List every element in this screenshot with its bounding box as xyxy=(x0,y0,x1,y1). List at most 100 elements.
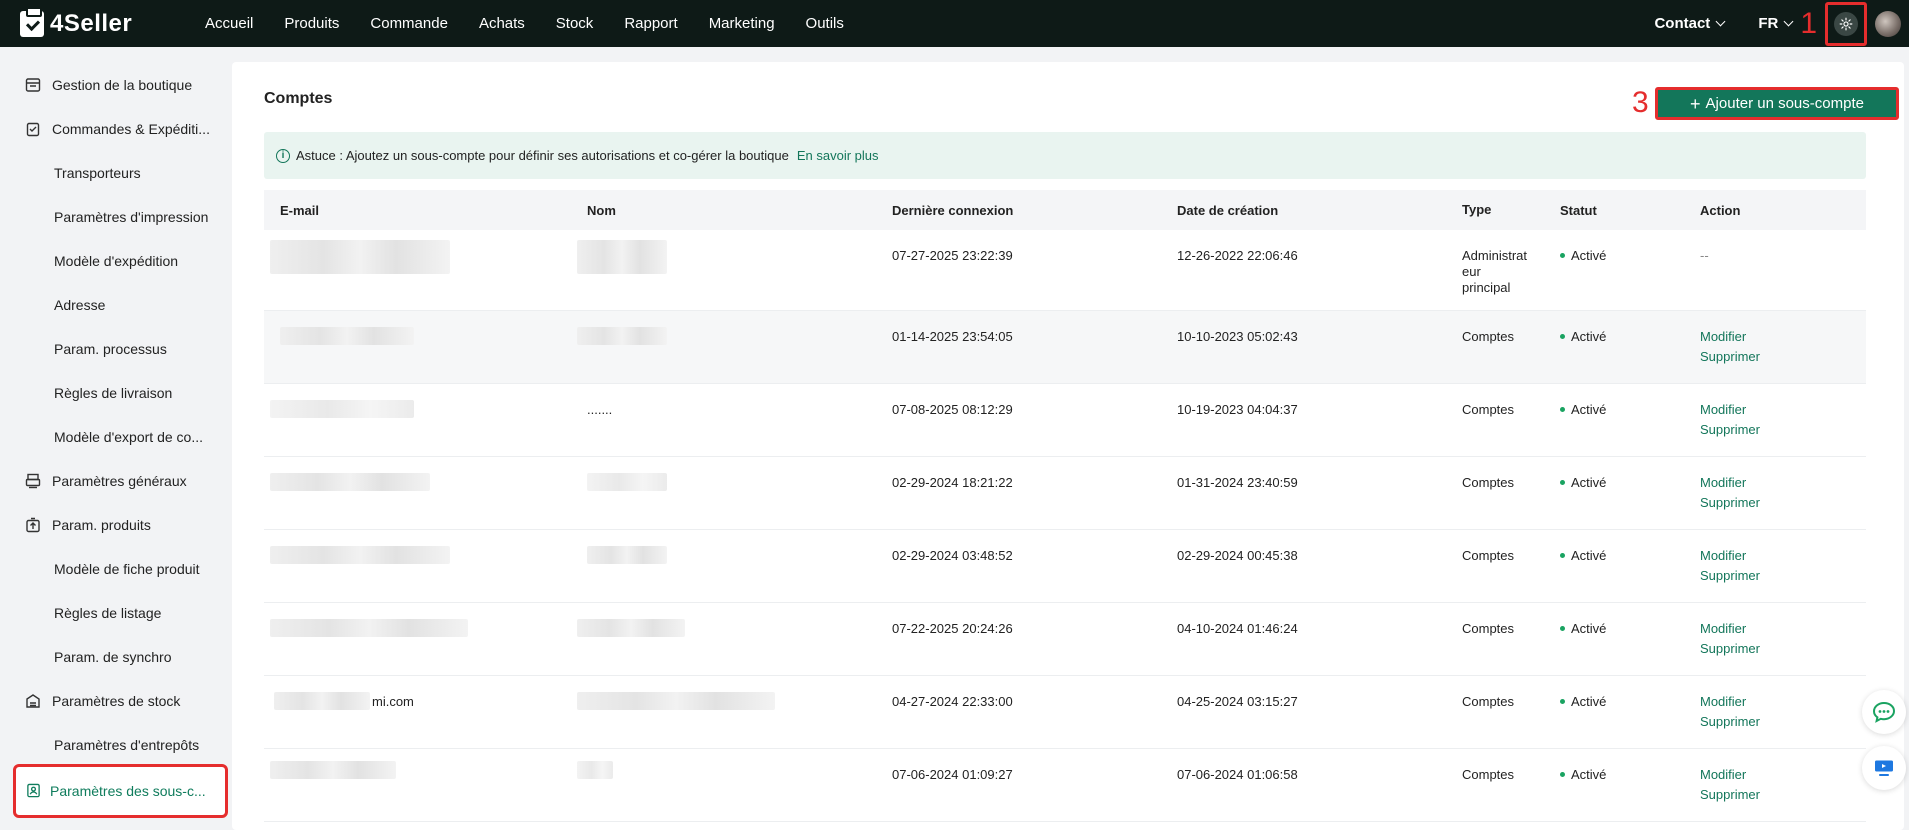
redacted-name xyxy=(577,619,685,637)
sidebar-item-modele-export[interactable]: Modèle d'export de co... xyxy=(0,415,232,459)
contact-dropdown[interactable]: Contact xyxy=(1654,15,1726,32)
status-badge: Activé xyxy=(1560,694,1606,709)
nav-item-produits[interactable]: Produits xyxy=(284,15,339,32)
language-dropdown[interactable]: FR xyxy=(1758,15,1794,32)
created-date: 12-26-2022 22:06:46 xyxy=(1177,248,1298,263)
sidebar-item-gestion-boutique[interactable]: Gestion de la boutique xyxy=(0,63,232,107)
brand-logo[interactable]: 4Seller xyxy=(20,6,205,38)
sidebar-item-label: Param. produits xyxy=(52,517,151,533)
nav-item-rapport[interactable]: Rapport xyxy=(624,15,677,32)
page-title: Comptes xyxy=(264,90,333,107)
sidebar: Gestion de la boutique Commandes & Expéd… xyxy=(0,47,232,830)
sidebar-item-param-processus[interactable]: Param. processus xyxy=(0,327,232,371)
stock-icon xyxy=(24,692,42,710)
sidebar-item-label: Paramètres de stock xyxy=(52,693,181,709)
delete-link[interactable]: Supprimer xyxy=(1700,491,1760,515)
table-row: 02-29-2024 18:21:22 01-31-2024 23:40:59 … xyxy=(264,457,1866,530)
created-date: 04-25-2024 03:15:27 xyxy=(1177,694,1298,709)
sidebar-item-parametres-sous-comptes[interactable]: Paramètres des sous-c... xyxy=(13,764,228,818)
status-dot xyxy=(1560,334,1565,339)
created-date: 04-10-2024 01:46:24 xyxy=(1177,621,1298,636)
accounts-table: E-mail Nom Dernière connexion Date de cr… xyxy=(264,190,1866,822)
nav-item-accueil[interactable]: Accueil xyxy=(205,15,253,32)
email-partial: mi.com xyxy=(372,694,414,709)
annotation-3: 3 xyxy=(1632,86,1649,119)
last-login: 07-06-2024 01:09:27 xyxy=(892,767,1013,782)
sidebar-item-parametres-stock[interactable]: Paramètres de stock xyxy=(0,679,232,723)
delete-link[interactable]: Supprimer xyxy=(1700,710,1760,734)
chat-icon xyxy=(1872,701,1896,723)
row-actions: Modifier Supprimer xyxy=(1700,329,1760,369)
sidebar-item-label: Param. de synchro xyxy=(54,649,172,665)
table-row: 02-29-2024 03:48:52 02-29-2024 00:45:38 … xyxy=(264,530,1866,603)
redacted-email xyxy=(270,400,414,418)
nav-item-marketing[interactable]: Marketing xyxy=(709,15,775,32)
redacted-email xyxy=(270,546,450,564)
delete-link[interactable]: Supprimer xyxy=(1700,783,1760,807)
nav-item-stock[interactable]: Stock xyxy=(556,15,594,32)
redacted-name xyxy=(587,546,667,564)
add-subaccount-label: Ajouter un sous-compte xyxy=(1705,95,1864,112)
status-dot xyxy=(1560,626,1565,631)
status-badge: Activé xyxy=(1560,621,1606,636)
sidebar-item-label: Paramètres des sous-c... xyxy=(50,783,206,799)
sidebar-item-regles-livraison[interactable]: Règles de livraison xyxy=(0,371,232,415)
sidebar-item-modele-fiche-produit[interactable]: Modèle de fiche produit xyxy=(0,547,232,591)
delete-link[interactable]: Supprimer xyxy=(1700,564,1760,588)
sidebar-item-parametres-impression[interactable]: Paramètres d'impression xyxy=(0,195,232,239)
tutorial-button[interactable] xyxy=(1862,746,1906,790)
nav-item-achats[interactable]: Achats xyxy=(479,15,525,32)
sidebar-item-label: Gestion de la boutique xyxy=(52,77,193,93)
redacted-name xyxy=(587,473,667,491)
created-date: 10-10-2023 05:02:43 xyxy=(1177,329,1298,344)
account-type: Comptes xyxy=(1462,548,1515,563)
nav-item-commande[interactable]: Commande xyxy=(370,15,448,32)
sidebar-item-label: Modèle d'export de co... xyxy=(54,429,203,445)
nav-item-outils[interactable]: Outils xyxy=(806,15,844,32)
status-badge: Activé xyxy=(1560,475,1606,490)
redacted-email xyxy=(270,240,450,274)
monitor-icon xyxy=(1875,760,1893,776)
row-actions: Modifier Supprimer xyxy=(1700,767,1760,807)
sidebar-item-regles-listage[interactable]: Règles de listage xyxy=(0,591,232,635)
tip-banner: i Astuce : Ajoutez un sous-compte pour d… xyxy=(264,132,1866,179)
sidebar-item-label: Règles de listage xyxy=(54,605,162,621)
sidebar-item-label: Param. processus xyxy=(54,341,167,357)
sidebar-item-param-produits[interactable]: Param. produits xyxy=(0,503,232,547)
delete-link[interactable]: Supprimer xyxy=(1700,637,1760,661)
add-subaccount-button[interactable]: + Ajouter un sous-compte xyxy=(1655,87,1899,120)
printer-icon xyxy=(24,472,42,490)
header-statut: Statut xyxy=(1560,202,1597,218)
created-date: 01-31-2024 23:40:59 xyxy=(1177,475,1298,490)
language-label: FR xyxy=(1758,15,1779,32)
settings-button[interactable] xyxy=(1825,1,1867,46)
delete-link[interactable]: Supprimer xyxy=(1700,418,1760,442)
redacted-email xyxy=(270,619,468,637)
sidebar-item-commandes-expedition[interactable]: Commandes & Expéditi... xyxy=(0,107,232,151)
delete-link[interactable]: Supprimer xyxy=(1700,345,1760,369)
redacted-email xyxy=(270,761,396,779)
brand-name: 4Seller xyxy=(50,9,133,37)
sidebar-item-label: Commandes & Expéditi... xyxy=(52,121,210,137)
chat-support-button[interactable] xyxy=(1862,690,1906,734)
user-badge-icon xyxy=(26,783,42,799)
user-avatar[interactable] xyxy=(1875,10,1901,37)
row-actions: Modifier Supprimer xyxy=(1700,402,1760,442)
sidebar-item-modele-expedition[interactable]: Modèle d'expédition xyxy=(0,239,232,283)
contact-label: Contact xyxy=(1654,15,1711,32)
account-type: Comptes xyxy=(1462,694,1515,709)
sidebar-item-adresse[interactable]: Adresse xyxy=(0,283,232,327)
sidebar-item-label: Transporteurs xyxy=(54,165,141,181)
sidebar-item-transporteurs[interactable]: Transporteurs xyxy=(0,151,232,195)
sidebar-item-parametres-generaux[interactable]: Paramètres généraux xyxy=(0,459,232,503)
main-nav: Accueil Produits Commande Achats Stock R… xyxy=(205,0,875,47)
learn-more-link[interactable]: En savoir plus xyxy=(797,148,879,163)
plus-icon: + xyxy=(1690,93,1701,114)
header-date-creation: Date de création xyxy=(1177,202,1279,218)
redacted-email xyxy=(280,327,414,345)
sidebar-item-parametres-entrepots[interactable]: Paramètres d'entrepôts xyxy=(0,723,232,767)
table-row: 01-14-2025 23:54:05 10-10-2023 05:02:43 … xyxy=(264,311,1866,384)
sidebar-item-param-synchro[interactable]: Param. de synchro xyxy=(0,635,232,679)
row-actions: Modifier Supprimer xyxy=(1700,694,1760,734)
sidebar-item-label: Modèle de fiche produit xyxy=(54,561,200,577)
